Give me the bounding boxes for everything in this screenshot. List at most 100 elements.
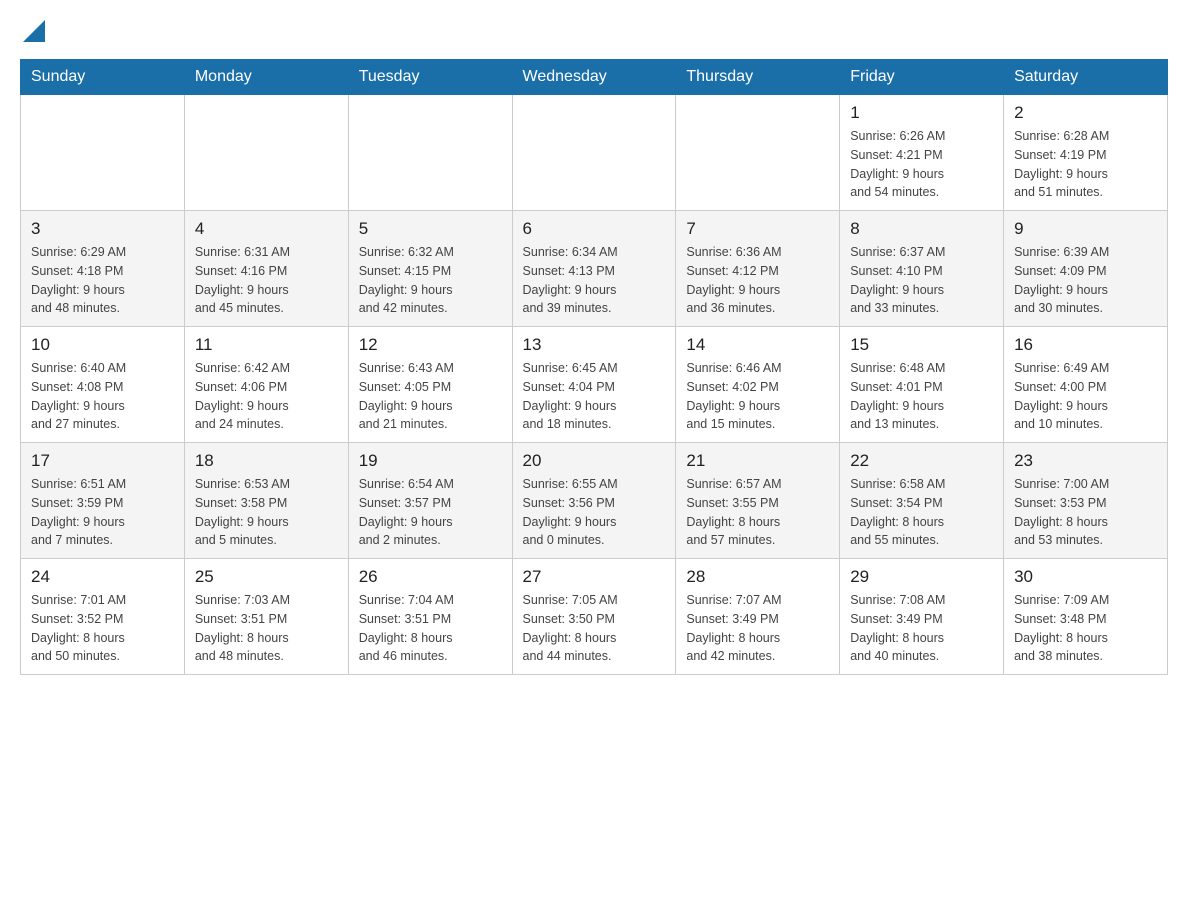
calendar-day-cell: 30 Sunrise: 7:09 AM Sunset: 3:48 PM Dayli… bbox=[1004, 559, 1168, 675]
calendar-day-cell bbox=[21, 95, 185, 211]
day-of-week-header: Sunday bbox=[21, 60, 185, 95]
calendar-day-cell: 22Sunrise: 6:58 AM Sunset: 3:54 PM Dayli… bbox=[840, 443, 1004, 559]
calendar-day-cell: 13 Sunrise: 6:45 AM Sunset: 4:04 PM Dayli… bbox=[512, 327, 676, 443]
day-info: Sunrise: 6:32 AM Sunset: 4:15 PM Dayligh… bbox=[359, 243, 502, 318]
day-number: 14 bbox=[686, 335, 829, 355]
calendar-day-cell: 10 Sunrise: 6:40 AM Sunset: 4:08 PM Dayli… bbox=[21, 327, 185, 443]
calendar-week-row: 1 Sunrise: 6:26 AM Sunset: 4:21 PM Daylig… bbox=[21, 95, 1168, 211]
day-number: 30 bbox=[1014, 567, 1157, 587]
calendar-day-cell: 2 Sunrise: 6:28 AM Sunset: 4:19 PM Daylig… bbox=[1004, 95, 1168, 211]
day-number: 15 bbox=[850, 335, 993, 355]
day-info: Sunrise: 6:31 AM Sunset: 4:16 PM Dayligh… bbox=[195, 243, 338, 318]
day-info: Sunrise: 6:48 AM Sunset: 4:01 PM Dayligh… bbox=[850, 359, 993, 434]
calendar-day-cell bbox=[676, 95, 840, 211]
day-info: Sunrise: 6:53 AM Sunset: 3:58 PM Dayligh… bbox=[195, 475, 338, 550]
calendar-table: SundayMondayTuesdayWednesdayThursdayFrid… bbox=[20, 59, 1168, 675]
calendar-day-cell: 15 Sunrise: 6:48 AM Sunset: 4:01 PM Dayli… bbox=[840, 327, 1004, 443]
day-info: Sunrise: 6:51 AM Sunset: 3:59 PM Dayligh… bbox=[31, 475, 174, 550]
day-info: Sunrise: 6:26 AM Sunset: 4:21 PM Dayligh… bbox=[850, 127, 993, 202]
day-number: 5 bbox=[359, 219, 502, 239]
calendar-day-cell: 16 Sunrise: 6:49 AM Sunset: 4:00 PM Dayli… bbox=[1004, 327, 1168, 443]
calendar-day-cell bbox=[512, 95, 676, 211]
day-number: 2 bbox=[1014, 103, 1157, 123]
day-info: Sunrise: 6:29 AM Sunset: 4:18 PM Dayligh… bbox=[31, 243, 174, 318]
calendar-day-cell: 29Sunrise: 7:08 AM Sunset: 3:49 PM Dayli… bbox=[840, 559, 1004, 675]
calendar-day-cell: 20 Sunrise: 6:55 AM Sunset: 3:56 PM Dayli… bbox=[512, 443, 676, 559]
day-info: Sunrise: 6:46 AM Sunset: 4:02 PM Dayligh… bbox=[686, 359, 829, 434]
day-info: Sunrise: 7:00 AM Sunset: 3:53 PM Dayligh… bbox=[1014, 475, 1157, 550]
calendar-day-cell: 7Sunrise: 6:36 AM Sunset: 4:12 PM Daylig… bbox=[676, 211, 840, 327]
logo-triangle-icon bbox=[23, 20, 45, 42]
calendar-day-cell: 28 Sunrise: 7:07 AM Sunset: 3:49 PM Dayli… bbox=[676, 559, 840, 675]
calendar-header-row: SundayMondayTuesdayWednesdayThursdayFrid… bbox=[21, 60, 1168, 95]
day-number: 7 bbox=[686, 219, 829, 239]
calendar-day-cell bbox=[184, 95, 348, 211]
day-info: Sunrise: 6:37 AM Sunset: 4:10 PM Dayligh… bbox=[850, 243, 993, 318]
day-info: Sunrise: 7:01 AM Sunset: 3:52 PM Dayligh… bbox=[31, 591, 174, 666]
day-info: Sunrise: 6:43 AM Sunset: 4:05 PM Dayligh… bbox=[359, 359, 502, 434]
calendar-day-cell: 5 Sunrise: 6:32 AM Sunset: 4:15 PM Daylig… bbox=[348, 211, 512, 327]
day-of-week-header: Tuesday bbox=[348, 60, 512, 95]
day-info: Sunrise: 7:04 AM Sunset: 3:51 PM Dayligh… bbox=[359, 591, 502, 666]
day-of-week-header: Saturday bbox=[1004, 60, 1168, 95]
day-of-week-header: Thursday bbox=[676, 60, 840, 95]
calendar-day-cell: 1 Sunrise: 6:26 AM Sunset: 4:21 PM Daylig… bbox=[840, 95, 1004, 211]
day-info: Sunrise: 6:49 AM Sunset: 4:00 PM Dayligh… bbox=[1014, 359, 1157, 434]
calendar-day-cell: 6 Sunrise: 6:34 AM Sunset: 4:13 PM Daylig… bbox=[512, 211, 676, 327]
day-number: 13 bbox=[523, 335, 666, 355]
day-number: 10 bbox=[31, 335, 174, 355]
day-info: Sunrise: 6:57 AM Sunset: 3:55 PM Dayligh… bbox=[686, 475, 829, 550]
day-number: 19 bbox=[359, 451, 502, 471]
day-info: Sunrise: 6:45 AM Sunset: 4:04 PM Dayligh… bbox=[523, 359, 666, 434]
day-info: Sunrise: 7:03 AM Sunset: 3:51 PM Dayligh… bbox=[195, 591, 338, 666]
day-number: 12 bbox=[359, 335, 502, 355]
day-info: Sunrise: 6:28 AM Sunset: 4:19 PM Dayligh… bbox=[1014, 127, 1157, 202]
logo bbox=[20, 20, 45, 39]
calendar-day-cell: 18 Sunrise: 6:53 AM Sunset: 3:58 PM Dayli… bbox=[184, 443, 348, 559]
day-number: 16 bbox=[1014, 335, 1157, 355]
day-number: 11 bbox=[195, 335, 338, 355]
day-info: Sunrise: 6:42 AM Sunset: 4:06 PM Dayligh… bbox=[195, 359, 338, 434]
calendar-day-cell: 23 Sunrise: 7:00 AM Sunset: 3:53 PM Dayli… bbox=[1004, 443, 1168, 559]
day-number: 27 bbox=[523, 567, 666, 587]
day-number: 28 bbox=[686, 567, 829, 587]
day-info: Sunrise: 6:39 AM Sunset: 4:09 PM Dayligh… bbox=[1014, 243, 1157, 318]
day-info: Sunrise: 6:34 AM Sunset: 4:13 PM Dayligh… bbox=[523, 243, 666, 318]
calendar-day-cell: 3Sunrise: 6:29 AM Sunset: 4:18 PM Daylig… bbox=[21, 211, 185, 327]
calendar-week-row: 10 Sunrise: 6:40 AM Sunset: 4:08 PM Dayli… bbox=[21, 327, 1168, 443]
calendar-week-row: 3Sunrise: 6:29 AM Sunset: 4:18 PM Daylig… bbox=[21, 211, 1168, 327]
calendar-day-cell: 9 Sunrise: 6:39 AM Sunset: 4:09 PM Daylig… bbox=[1004, 211, 1168, 327]
day-number: 20 bbox=[523, 451, 666, 471]
calendar-day-cell: 12 Sunrise: 6:43 AM Sunset: 4:05 PM Dayli… bbox=[348, 327, 512, 443]
day-number: 26 bbox=[359, 567, 502, 587]
day-info: Sunrise: 6:55 AM Sunset: 3:56 PM Dayligh… bbox=[523, 475, 666, 550]
day-of-week-header: Friday bbox=[840, 60, 1004, 95]
calendar-day-cell: 26 Sunrise: 7:04 AM Sunset: 3:51 PM Dayli… bbox=[348, 559, 512, 675]
calendar-day-cell: 27Sunrise: 7:05 AM Sunset: 3:50 PM Dayli… bbox=[512, 559, 676, 675]
day-info: Sunrise: 7:07 AM Sunset: 3:49 PM Dayligh… bbox=[686, 591, 829, 666]
day-info: Sunrise: 6:40 AM Sunset: 4:08 PM Dayligh… bbox=[31, 359, 174, 434]
calendar-day-cell: 14 Sunrise: 6:46 AM Sunset: 4:02 PM Dayli… bbox=[676, 327, 840, 443]
day-number: 1 bbox=[850, 103, 993, 123]
day-info: Sunrise: 7:09 AM Sunset: 3:48 PM Dayligh… bbox=[1014, 591, 1157, 666]
day-number: 23 bbox=[1014, 451, 1157, 471]
day-number: 8 bbox=[850, 219, 993, 239]
day-number: 29 bbox=[850, 567, 993, 587]
calendar-week-row: 17 Sunrise: 6:51 AM Sunset: 3:59 PM Dayli… bbox=[21, 443, 1168, 559]
calendar-day-cell: 4Sunrise: 6:31 AM Sunset: 4:16 PM Daylig… bbox=[184, 211, 348, 327]
calendar-day-cell: 21Sunrise: 6:57 AM Sunset: 3:55 PM Dayli… bbox=[676, 443, 840, 559]
day-info: Sunrise: 6:54 AM Sunset: 3:57 PM Dayligh… bbox=[359, 475, 502, 550]
day-info: Sunrise: 6:58 AM Sunset: 3:54 PM Dayligh… bbox=[850, 475, 993, 550]
calendar-day-cell: 17 Sunrise: 6:51 AM Sunset: 3:59 PM Dayli… bbox=[21, 443, 185, 559]
day-number: 24 bbox=[31, 567, 174, 587]
day-number: 6 bbox=[523, 219, 666, 239]
day-number: 9 bbox=[1014, 219, 1157, 239]
day-of-week-header: Wednesday bbox=[512, 60, 676, 95]
calendar-day-cell bbox=[348, 95, 512, 211]
calendar-day-cell: 11 Sunrise: 6:42 AM Sunset: 4:06 PM Dayli… bbox=[184, 327, 348, 443]
day-number: 18 bbox=[195, 451, 338, 471]
day-of-week-header: Monday bbox=[184, 60, 348, 95]
day-number: 17 bbox=[31, 451, 174, 471]
day-number: 25 bbox=[195, 567, 338, 587]
calendar-day-cell: 25 Sunrise: 7:03 AM Sunset: 3:51 PM Dayli… bbox=[184, 559, 348, 675]
